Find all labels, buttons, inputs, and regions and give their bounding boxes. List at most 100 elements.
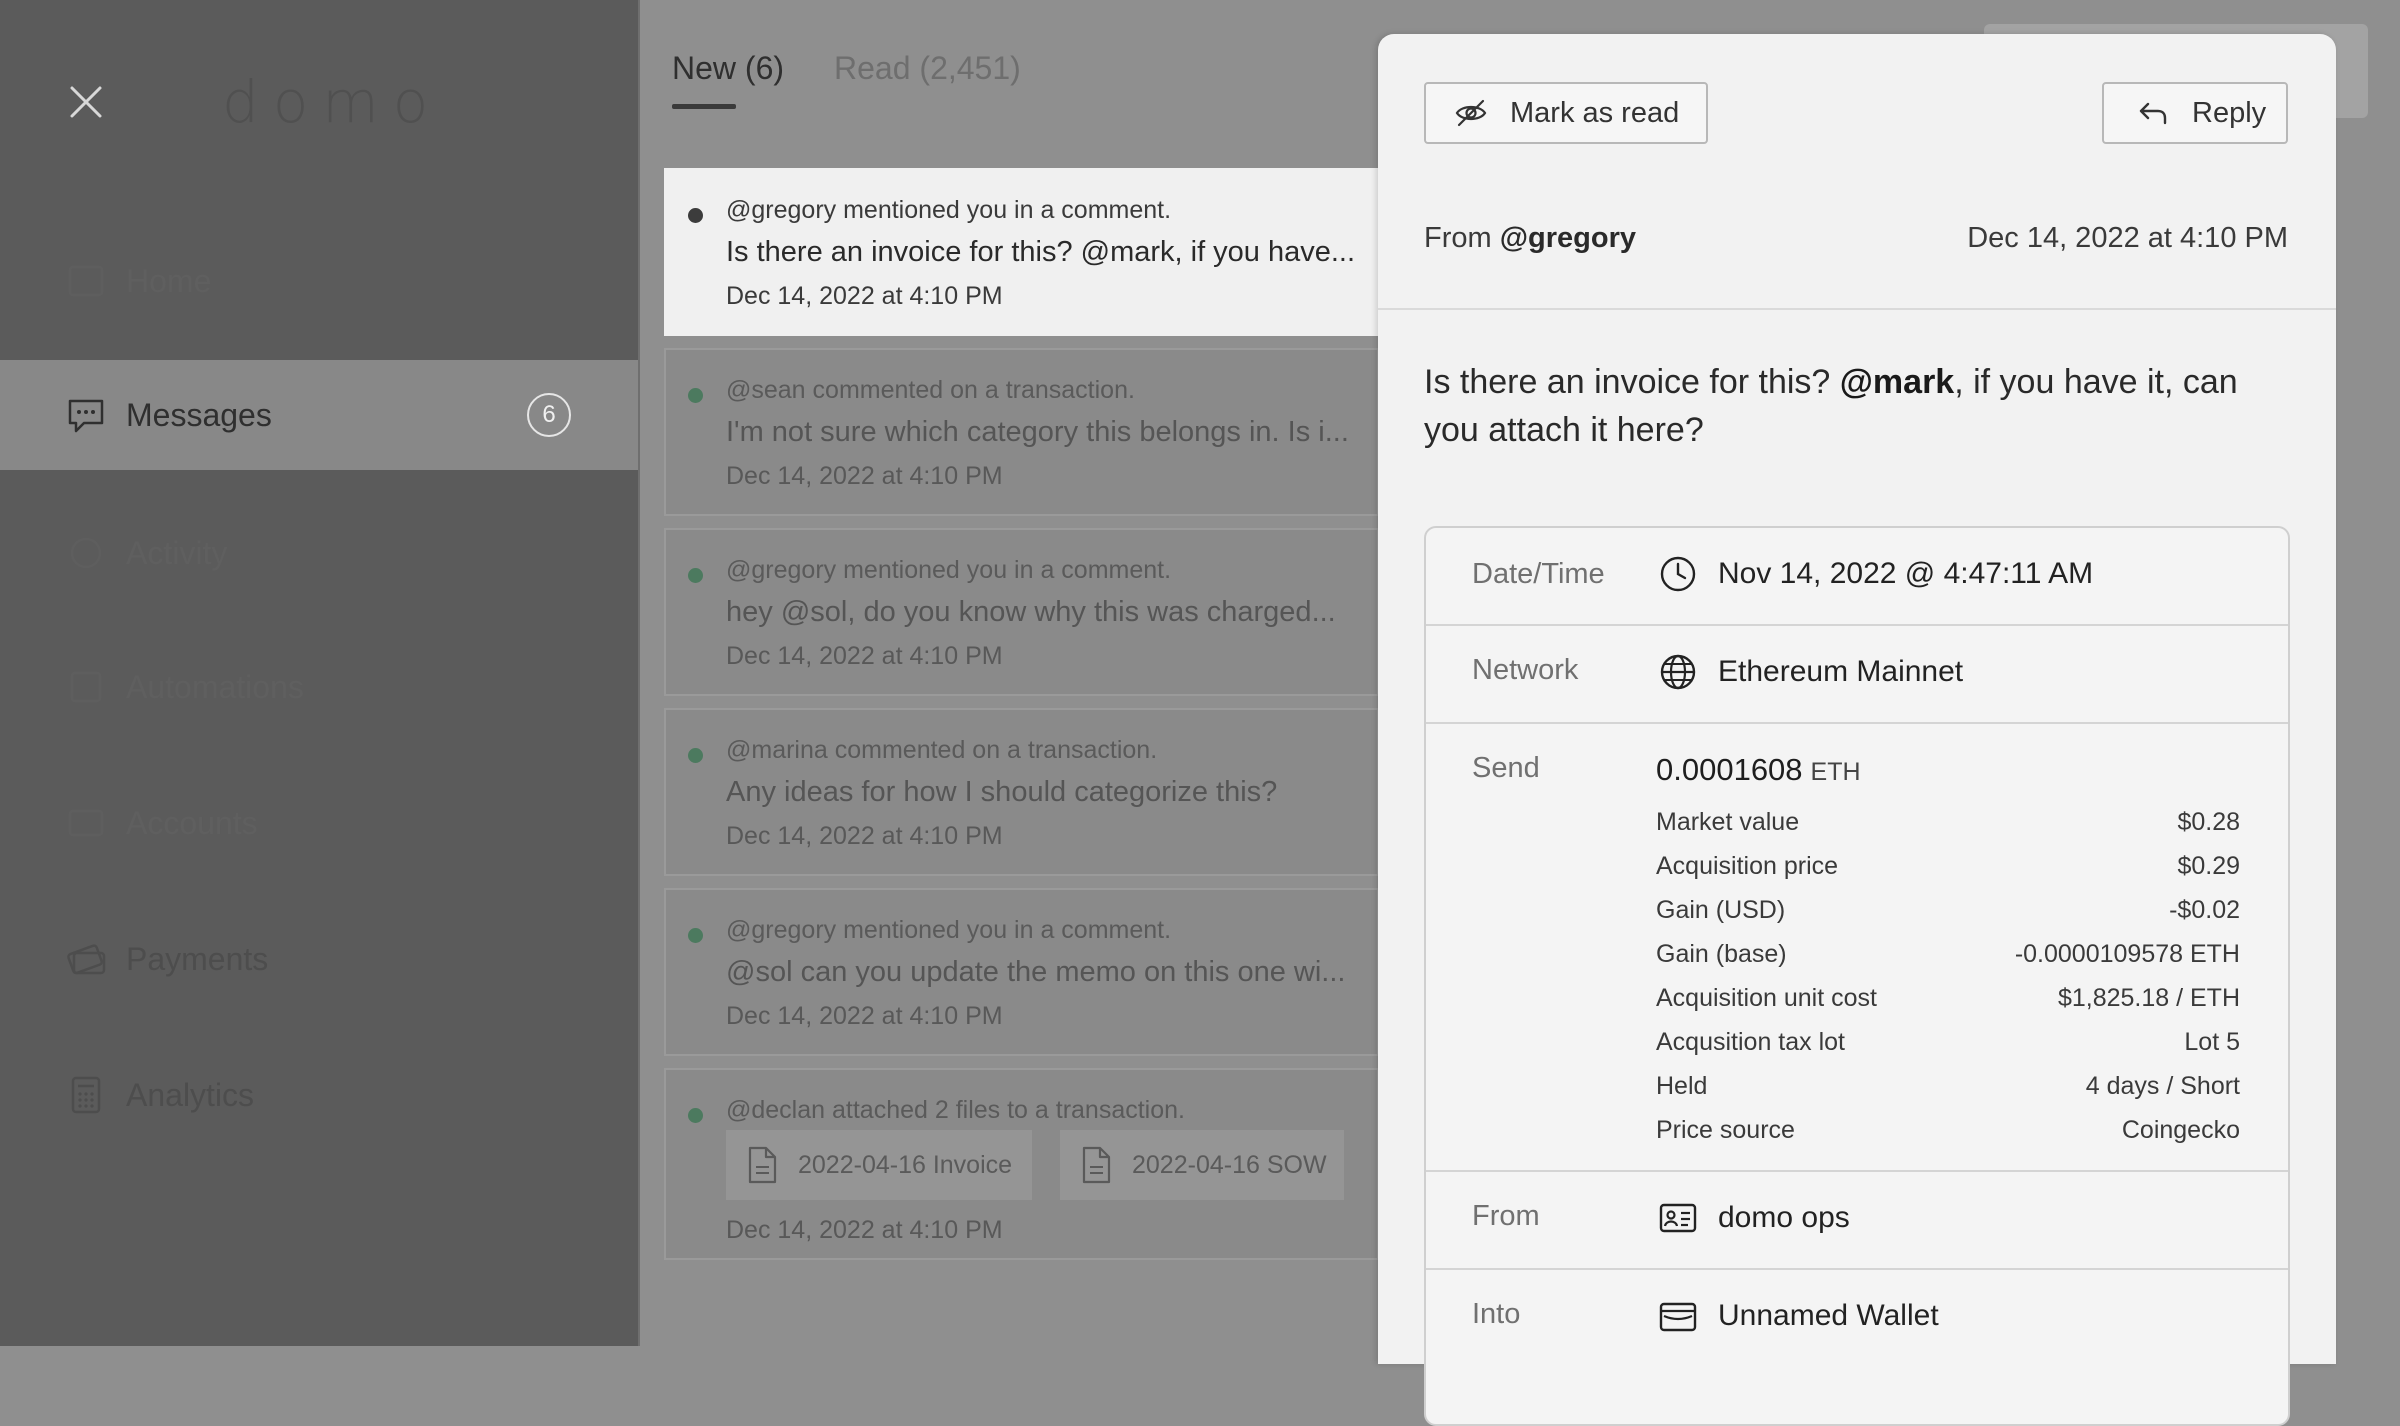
home-icon [68, 265, 104, 297]
automation-icon [70, 671, 102, 703]
unread-indicator [688, 928, 703, 943]
message-preview: @sol can you update the memo on this one… [726, 956, 1346, 988]
send-label: Send [1472, 752, 1540, 784]
sidebar-item-analytics[interactable]: Analytics [0, 1040, 638, 1150]
sidebar-item-label: Automations [126, 668, 304, 705]
message-body-text: Is there an invoice for this? [1424, 363, 1840, 401]
reply-label: Reply [2192, 96, 2267, 129]
message-item[interactable]: @sean commented on a transaction. I'm no… [664, 348, 1379, 516]
message-item[interactable]: @gregory mentioned you in a comment. Is … [664, 168, 1379, 336]
from-value: domo ops [1718, 1201, 1850, 1234]
datetime-value: Nov 14, 2022 @ 4:47:11 AM [1718, 557, 2094, 590]
unread-indicator [688, 568, 703, 583]
message-timestamp: Dec 14, 2022 at 4:10 PM [726, 642, 1003, 670]
sidebar-item-automations[interactable]: Automations [0, 632, 638, 742]
eye-off-icon [1455, 99, 1487, 127]
accounts-icon [68, 809, 104, 837]
sidebar-item-label: Accounts [126, 804, 258, 841]
detail-row: Gain (USD) -$0.02 [1656, 896, 2240, 925]
row-from: From domo ops [1426, 1170, 2288, 1270]
detail-key: Held [1656, 1072, 1708, 1100]
reply-button[interactable]: Reply [2102, 82, 2288, 144]
from-value-group: domo ops [1658, 1198, 1850, 1238]
message-item[interactable]: @gregory mentioned you in a comment. hey… [664, 528, 1379, 696]
calculator-icon [71, 1076, 101, 1114]
row-send: Send 0.0001608 ETH Market value $0.28 Acqu… [1426, 722, 2288, 1172]
detail-value: $0.28 [2177, 808, 2240, 836]
clock-icon [1660, 556, 1696, 592]
id-card-icon [1659, 1203, 1697, 1233]
detail-key: Acqusition tax lot [1656, 1028, 1845, 1056]
detail-row: Price source Coingecko [1656, 1116, 2240, 1145]
unread-indicator [688, 388, 703, 403]
sidebar-item-payments[interactable]: Payments [0, 904, 638, 1014]
network-label: Network [1472, 654, 1579, 686]
datetime-value-group: Nov 14, 2022 @ 4:47:11 AM [1658, 554, 2093, 594]
datetime-label: Date/Time [1472, 558, 1605, 590]
detail-row: Market value $0.28 [1656, 808, 2240, 837]
detail-value: $1,825.18 / ETH [2057, 984, 2240, 1012]
into-value-group: Unnamed Wallet [1658, 1296, 1939, 1336]
detail-row: Gain (base) -0.0000109578 ETH [1656, 940, 2240, 969]
message-detail-panel: Mark as read Reply From @gregory Dec 14,… [1378, 34, 2336, 1426]
message-subject: @declan attached 2 files to a transactio… [726, 1096, 1185, 1124]
divider [1378, 308, 2336, 310]
message-timestamp: Dec 14, 2022 at 4:10 PM [726, 1216, 1003, 1244]
detail-key: Gain (USD) [1656, 896, 1786, 924]
sidebar: domo Home Messages 6 Activity Automation… [0, 0, 640, 1346]
transaction-card: Date/Time Nov 14, 2022 @ 4:47:11 AM Netw… [1424, 526, 2290, 1426]
detail-row: Held 4 days / Short [1656, 1072, 2240, 1101]
row-into: Into Unnamed Wallet [1426, 1268, 2288, 1366]
from-label: From [1472, 1200, 1540, 1232]
detail-value: -$0.02 [2169, 896, 2240, 924]
detail-value: -0.0000109578 ETH [2014, 940, 2240, 968]
mark-as-read-button[interactable]: Mark as read [1424, 82, 1708, 144]
attachment-file[interactable]: 2022-04-16 SOW [1060, 1130, 1344, 1200]
attachment-file[interactable]: 2022-04-16 Invoice [726, 1130, 1032, 1200]
sidebar-item-label: Home [126, 262, 212, 299]
detail-key: Price source [1656, 1116, 1795, 1144]
message-preview: hey @sol, do you know why this was charg… [726, 596, 1336, 628]
close-icon[interactable] [64, 80, 108, 124]
message-body: Is there an invoice for this? @mark, if … [1424, 358, 2284, 454]
document-icon [748, 1146, 777, 1184]
mention[interactable]: @mark [1840, 363, 1954, 401]
detail-row: Acquisition price $0.29 [1656, 852, 2240, 881]
unread-indicator [688, 748, 703, 763]
sidebar-item-home[interactable]: Home [0, 226, 638, 336]
message-subject: @gregory mentioned you in a comment. [726, 916, 1172, 944]
message-timestamp: Dec 14, 2022 at 4:10 PM [726, 1002, 1003, 1030]
into-label: Into [1472, 1298, 1521, 1330]
into-value: Unnamed Wallet [1718, 1299, 1939, 1332]
activity-icon [70, 537, 102, 569]
tab-new[interactable]: New (6) [672, 50, 784, 109]
message-preview: Is there an invoice for this? @mark, if … [726, 236, 1356, 268]
message-subject: @gregory mentioned you in a comment. [726, 196, 1172, 224]
sidebar-item-messages[interactable]: Messages 6 [0, 360, 638, 470]
detail-value: Coingecko [2121, 1116, 2240, 1144]
wallet-icon [1659, 1302, 1697, 1332]
message-timestamp: Dec 14, 2022 at 4:10 PM [726, 282, 1003, 310]
app-logo: domo [222, 68, 443, 136]
globe-icon [1660, 654, 1696, 690]
message-date: Dec 14, 2022 at 4:10 PM [1967, 222, 2288, 254]
message-item[interactable]: @gregory mentioned you in a comment. @so… [664, 888, 1379, 1056]
detail-row: Acqusition tax lot Lot 5 [1656, 1028, 2240, 1057]
message-timestamp: Dec 14, 2022 at 4:10 PM [726, 822, 1003, 850]
detail-key: Market value [1656, 808, 1800, 836]
detail-row: Acquisition unit cost $1,825.18 / ETH [1656, 984, 2240, 1013]
network-value: Ethereum Mainnet [1718, 655, 1964, 688]
document-icon [1082, 1146, 1111, 1184]
message-item[interactable]: @marina commented on a transaction. Any … [664, 708, 1379, 876]
message-item[interactable]: @declan attached 2 files to a transactio… [664, 1068, 1379, 1260]
sender-handle[interactable]: @gregory [1500, 222, 1636, 254]
sidebar-item-accounts[interactable]: Accounts [0, 768, 638, 878]
tab-read[interactable]: Read (2,451) [834, 50, 1021, 101]
detail-value: $0.29 [2177, 852, 2240, 880]
detail-value: Lot 5 [2184, 1028, 2240, 1056]
message-preview: Any ideas for how I should categorize th… [726, 776, 1278, 808]
from-prefix: From [1424, 222, 1492, 254]
reply-icon [2139, 102, 2167, 125]
detail-value: 4 days / Short [2085, 1072, 2240, 1100]
sidebar-item-activity[interactable]: Activity [0, 498, 638, 608]
